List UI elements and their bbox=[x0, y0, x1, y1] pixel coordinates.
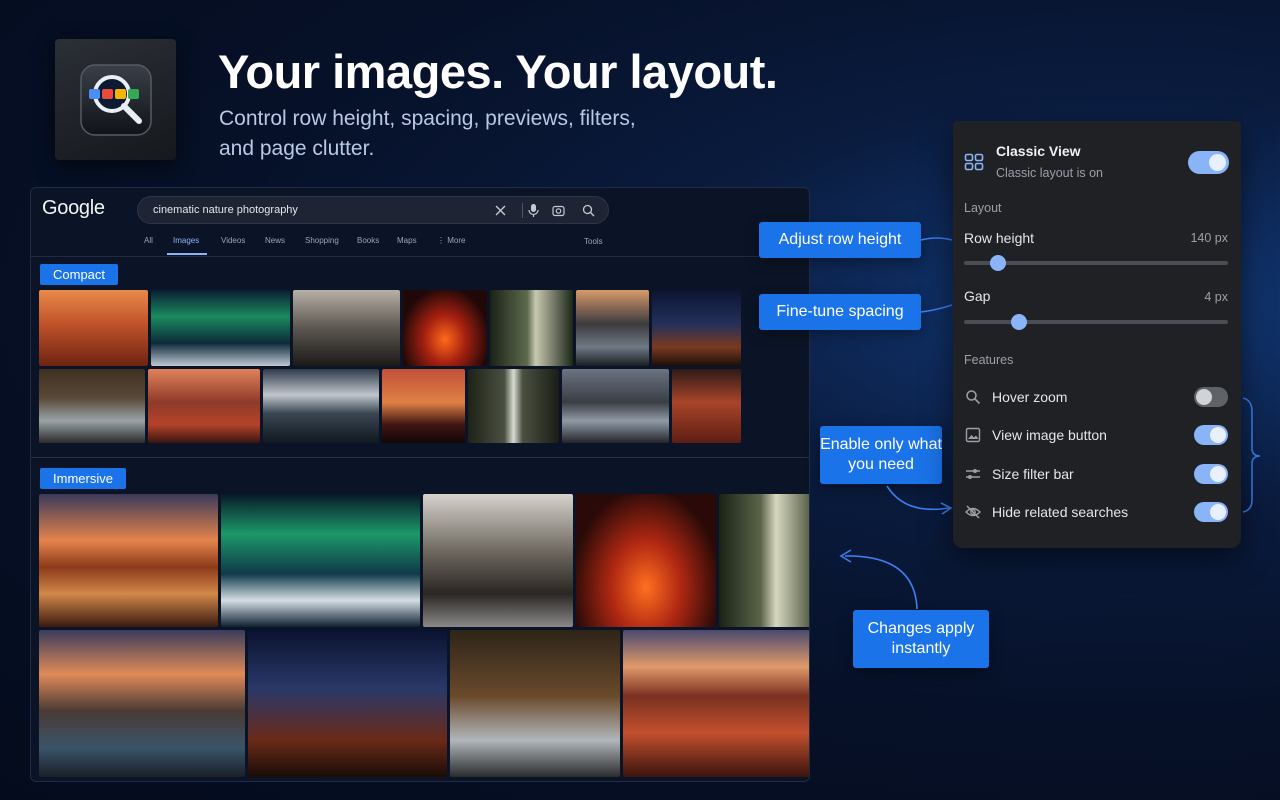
settings-popup: Classic View Classic layout is on Layout… bbox=[953, 121, 1241, 548]
image-icon bbox=[965, 427, 981, 443]
features-heading: Features bbox=[964, 353, 1014, 367]
classic-view-toggle[interactable] bbox=[1188, 151, 1229, 174]
gap-slider[interactable] bbox=[964, 314, 1228, 330]
feature-row-size-filter[interactable]: Size filter bar bbox=[953, 462, 1241, 486]
feature-label: View image button bbox=[992, 427, 1107, 443]
hover-zoom-toggle[interactable] bbox=[1194, 387, 1228, 407]
popup-subtitle: Classic layout is on bbox=[996, 166, 1103, 180]
layout-heading: Layout bbox=[964, 201, 1002, 215]
sliders-icon bbox=[966, 469, 980, 479]
slider-thumb[interactable] bbox=[990, 255, 1007, 271]
toggle-knob bbox=[1210, 466, 1226, 482]
feature-row-hide-related[interactable]: Hide related searches bbox=[953, 500, 1241, 524]
toggle-knob bbox=[1210, 504, 1226, 520]
row-height-label: Row height bbox=[964, 230, 1035, 246]
size-filter-toggle[interactable] bbox=[1194, 464, 1228, 484]
feature-label: Hover zoom bbox=[992, 389, 1068, 405]
feature-row-view-image[interactable]: View image button bbox=[953, 423, 1241, 447]
toggle-knob bbox=[1209, 154, 1226, 171]
feature-label: Hide related searches bbox=[992, 504, 1129, 520]
row-height-slider[interactable] bbox=[964, 255, 1228, 271]
eye-off-icon bbox=[965, 505, 981, 519]
row-height-value: 140 px bbox=[1190, 231, 1228, 245]
slider-thumb[interactable] bbox=[1011, 314, 1028, 330]
gap-value: 4 px bbox=[1204, 290, 1228, 304]
feature-row-hover-zoom[interactable]: Hover zoom bbox=[953, 385, 1241, 409]
search-icon bbox=[966, 390, 981, 405]
toggle-knob bbox=[1210, 427, 1226, 443]
toggle-knob bbox=[1196, 389, 1212, 405]
view-image-toggle[interactable] bbox=[1194, 425, 1228, 445]
gap-label: Gap bbox=[964, 288, 991, 304]
hide-related-toggle[interactable] bbox=[1194, 502, 1228, 522]
popup-title: Classic View bbox=[996, 143, 1081, 159]
feature-label: Size filter bar bbox=[992, 466, 1074, 482]
layout-grid-icon bbox=[964, 153, 984, 171]
